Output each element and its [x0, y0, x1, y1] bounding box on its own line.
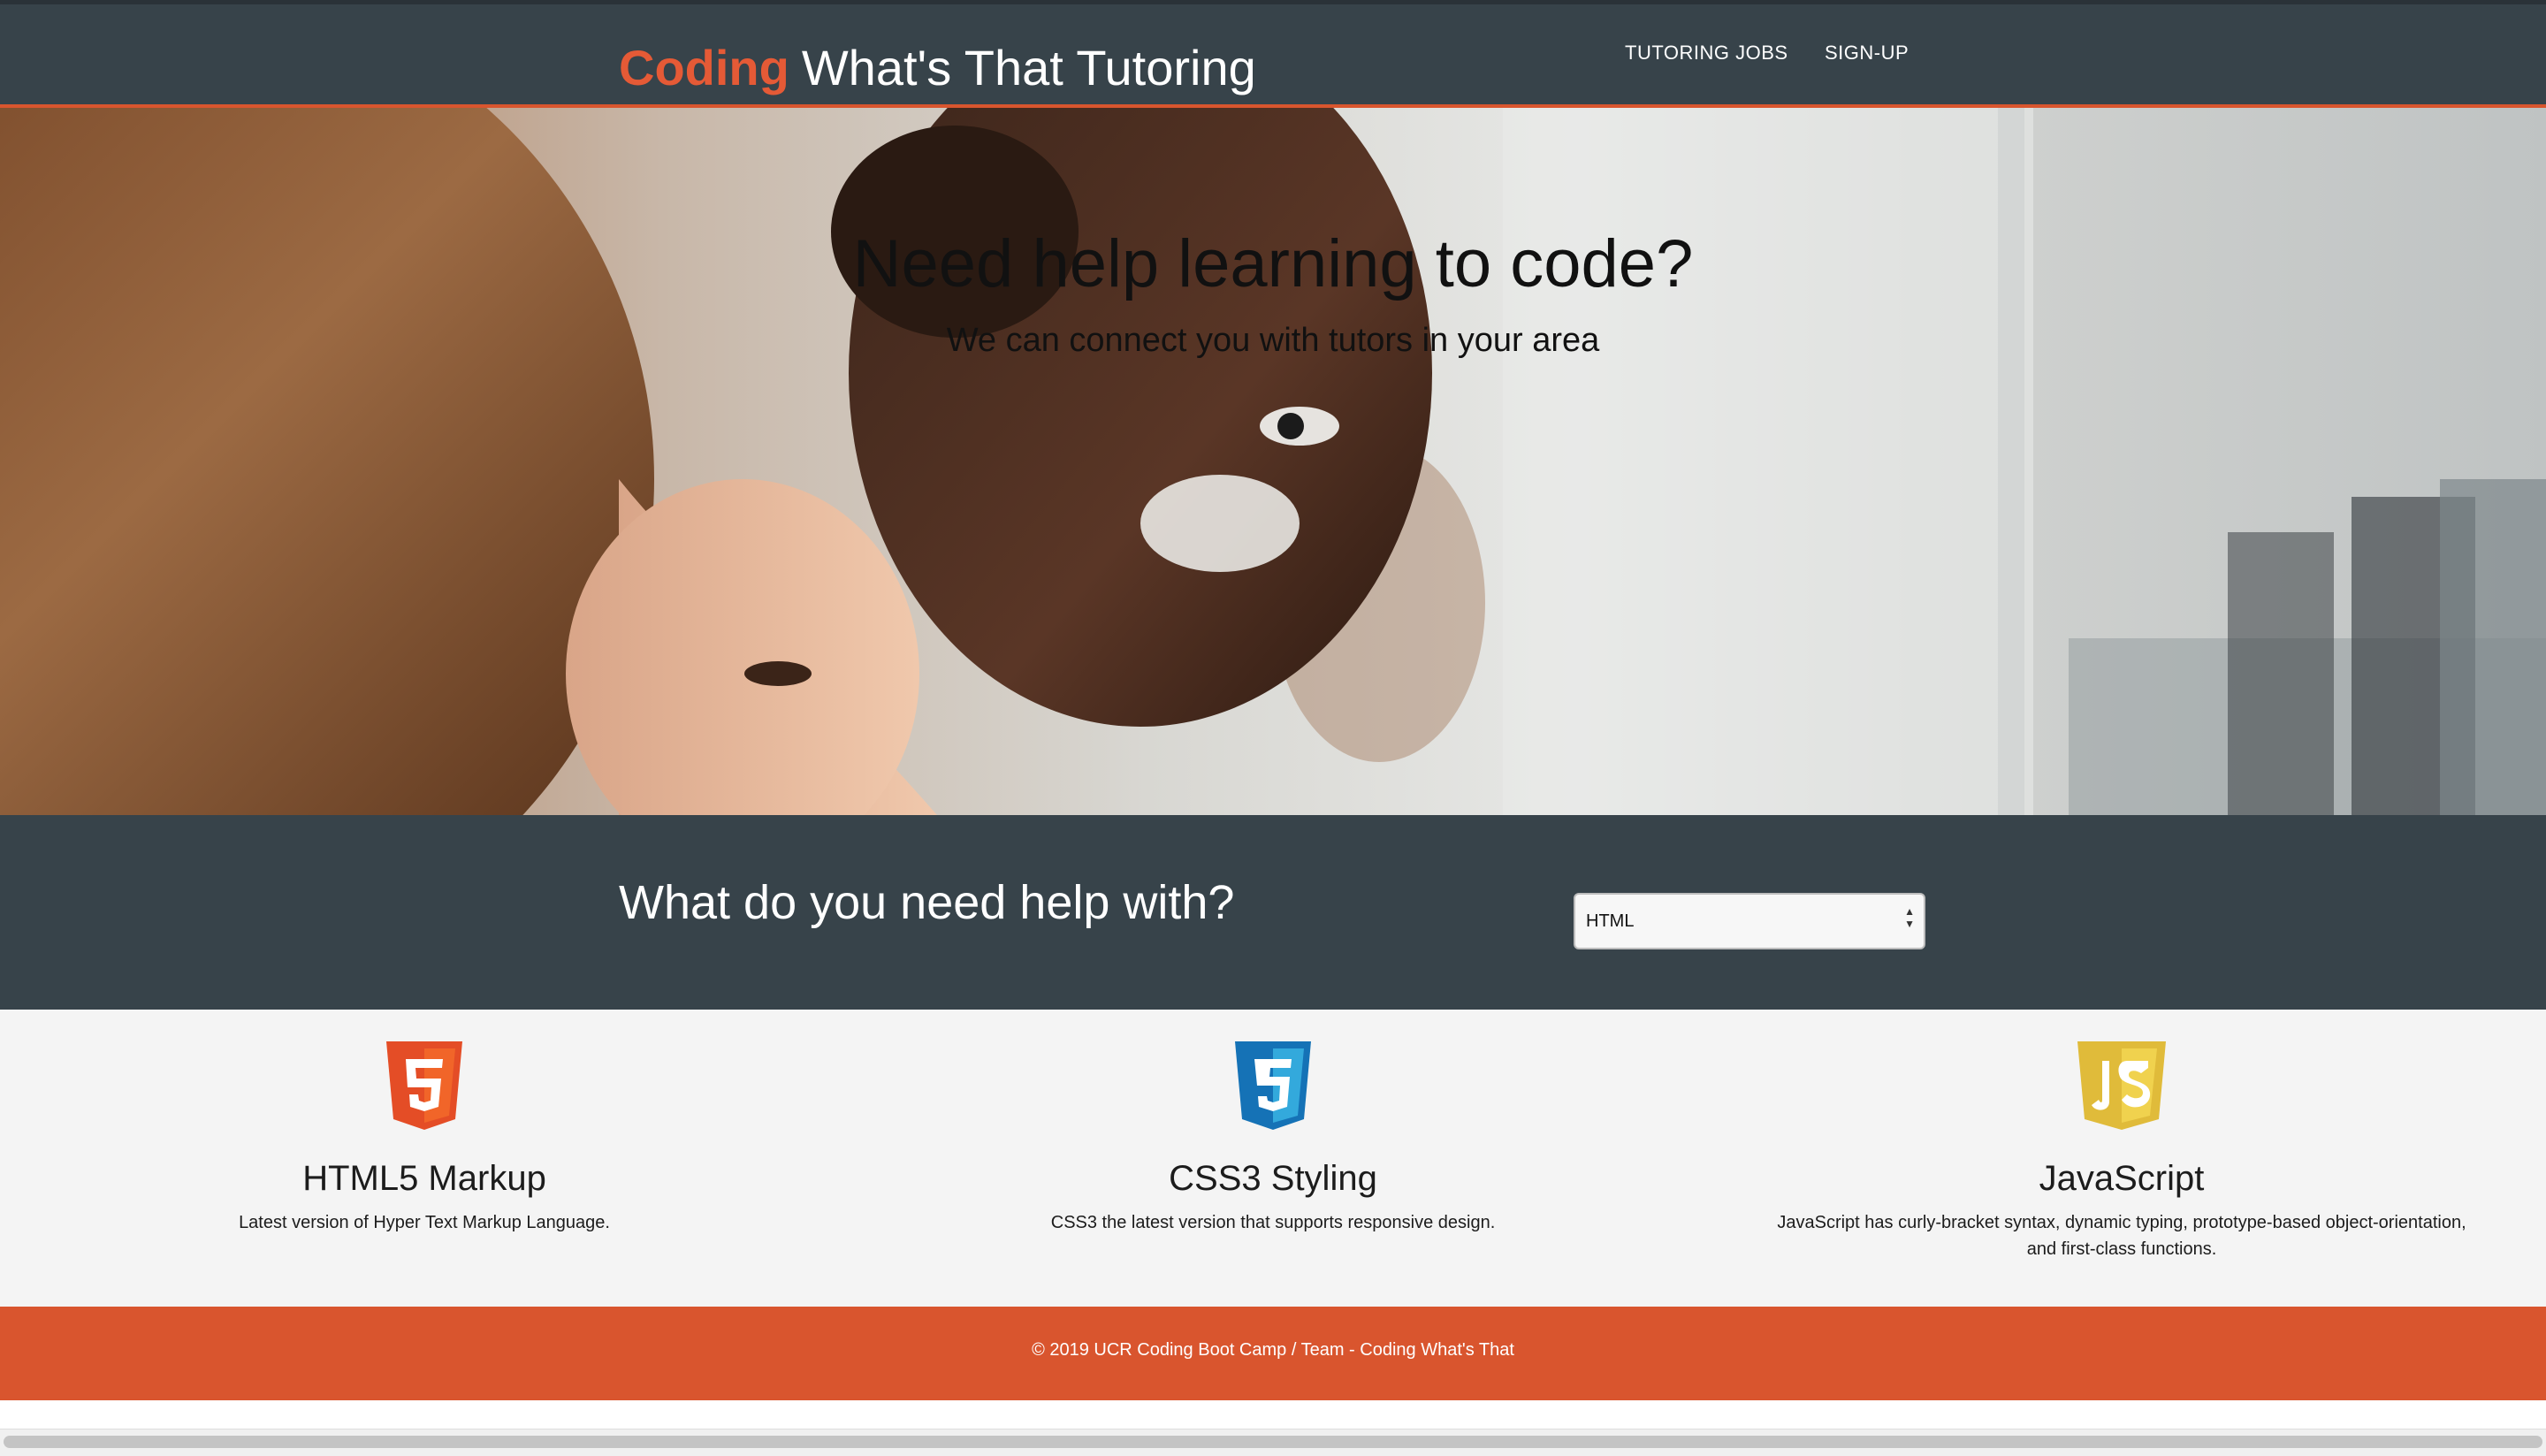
feature-description: CSS3 the latest version that supports re…: [1050, 1213, 1496, 1232]
language-select-value: HTML: [1586, 911, 1635, 931]
footer: © 2019 UCR Coding Boot Camp / Team - Cod…: [0, 1307, 2546, 1400]
feature-html5: HTML5 Markup Latest version of Hyper Tex…: [0, 1010, 849, 1307]
help-title: What do you need help with?: [619, 876, 1235, 929]
feature-title: HTML5 Markup: [302, 1159, 546, 1198]
javascript-icon: [2077, 1041, 2166, 1130]
hero-subtitle: We can connect you with tutors in your a…: [946, 322, 1600, 359]
help-section: What do you need help with? HTML ▲ ▼: [0, 815, 2546, 1010]
css3-icon: [1235, 1041, 1311, 1130]
brand-name-text: What's That Tutoring: [801, 40, 1256, 95]
feature-title: JavaScript: [2039, 1159, 2205, 1198]
scrollbar-thumb[interactable]: [4, 1436, 2542, 1448]
brand-accent-text: Coding: [619, 40, 789, 95]
hero-photo: [0, 108, 2546, 815]
nav-link-sign-up[interactable]: SIGN-UP: [1825, 42, 1909, 65]
feature-description: JavaScript has curly-bracket syntax, dyn…: [1777, 1213, 2466, 1259]
features-section: HTML5 Markup Latest version of Hyper Tex…: [0, 1010, 2546, 1307]
brand-logo[interactable]: Coding What's That Tutoring: [619, 36, 1256, 100]
nav-link-tutoring-jobs[interactable]: TUTORING JOBS: [1625, 42, 1788, 65]
hero-title: Need help learning to code?: [852, 226, 1694, 301]
language-select[interactable]: HTML ▲ ▼: [1574, 893, 1925, 949]
footer-copyright: © 2019 UCR Coding Boot Camp / Team - Cod…: [1032, 1340, 1514, 1360]
hero-section: Need help learning to code? We can conne…: [0, 108, 2546, 815]
navbar: Coding What's That Tutoring TUTORING JOBS…: [0, 4, 2546, 108]
feature-css3: CSS3 Styling CSS3 the latest version tha…: [849, 1010, 1697, 1307]
feature-title: CSS3 Styling: [1169, 1159, 1377, 1198]
html5-icon: [386, 1041, 462, 1130]
select-arrows-icon: ▲ ▼: [1904, 905, 1915, 930]
feature-description: Latest version of Hyper Text Markup Lang…: [239, 1213, 610, 1232]
feature-javascript: JavaScript JavaScript has curly-bracket …: [1697, 1010, 2546, 1307]
